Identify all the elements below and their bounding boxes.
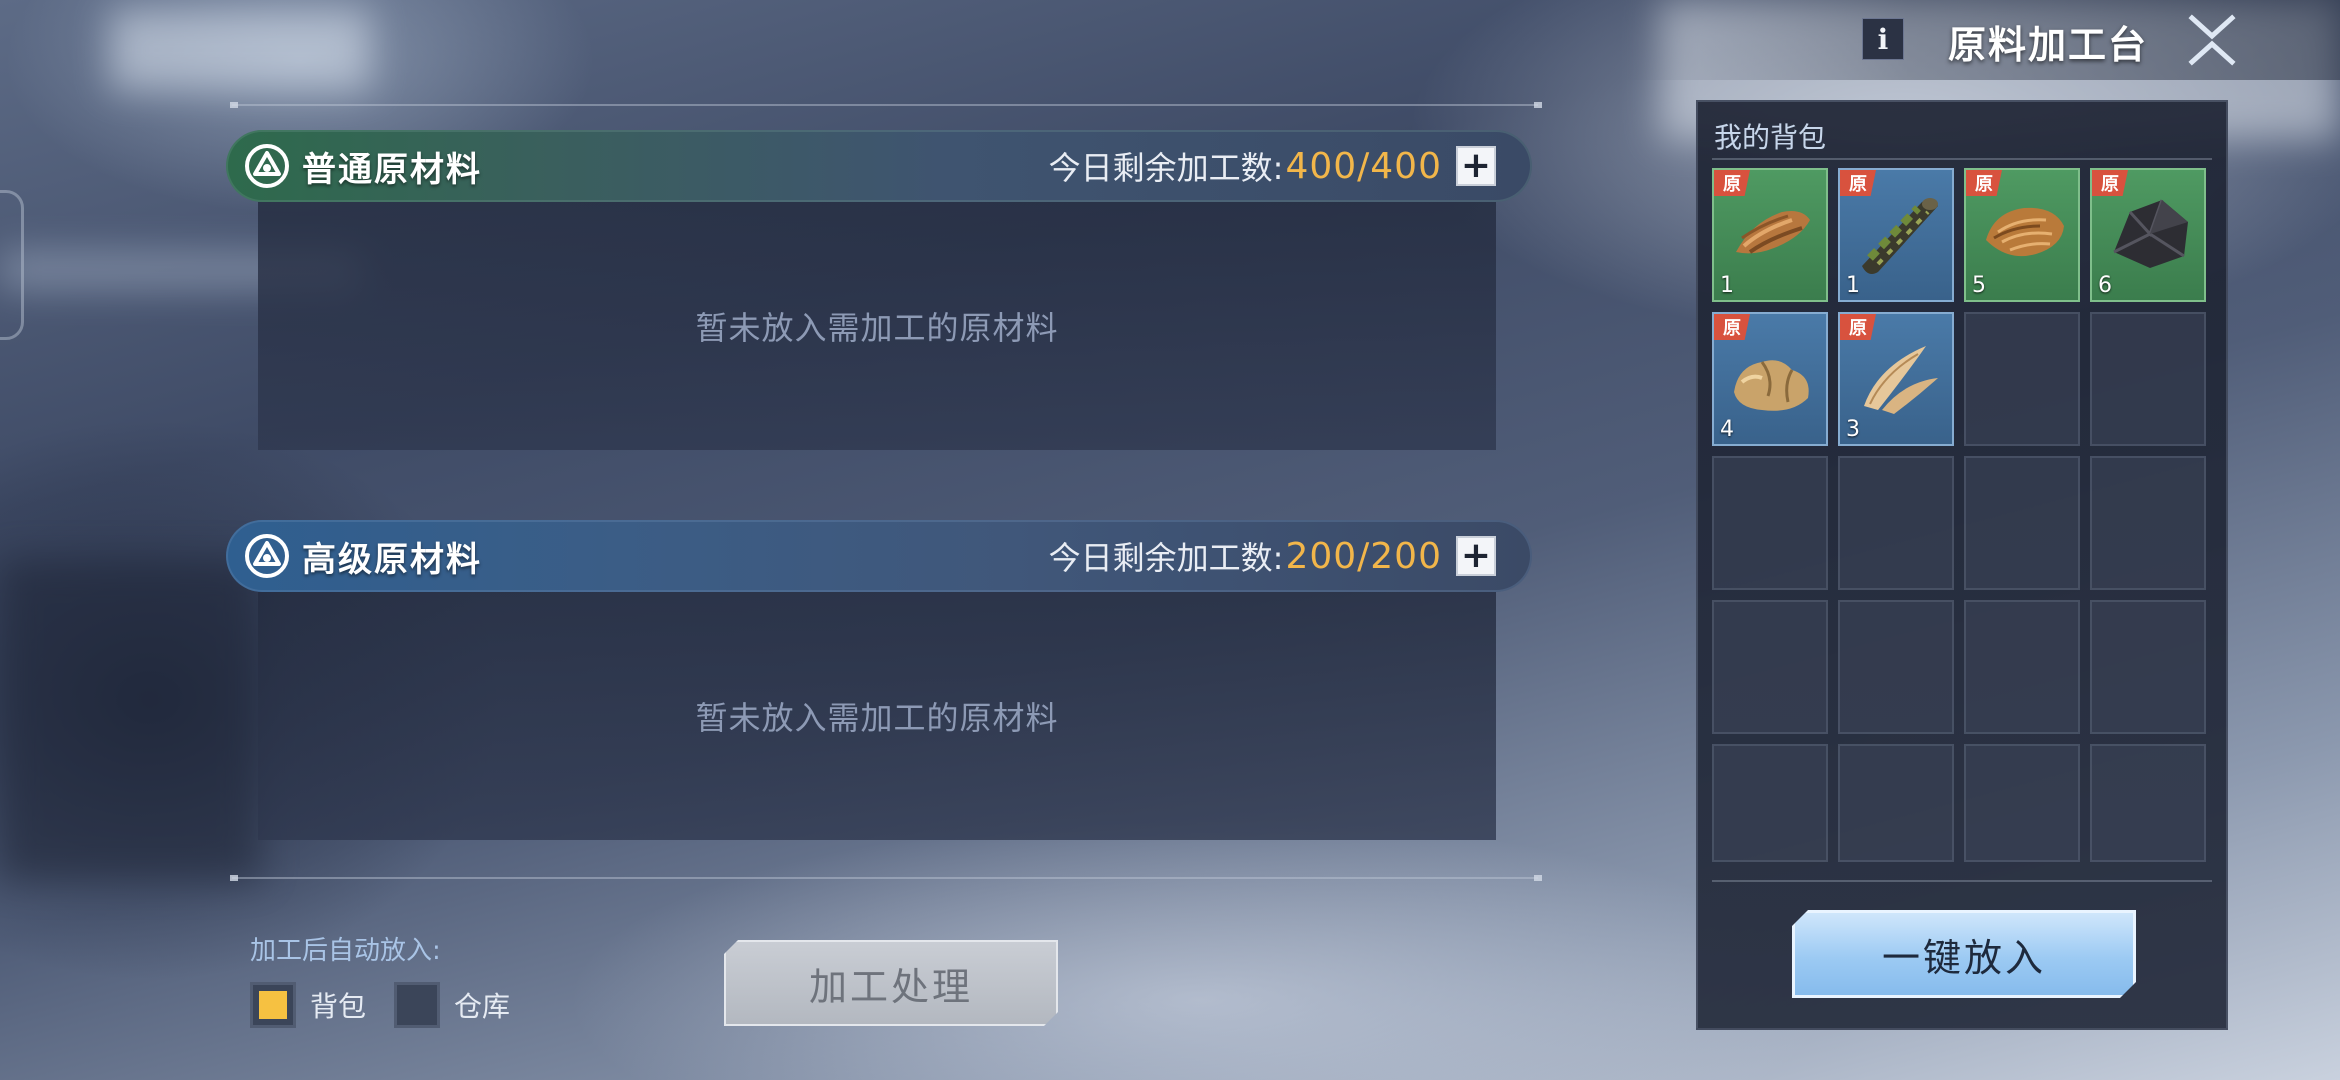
empty-inventory-slot[interactable] (1712, 600, 1828, 734)
empty-inventory-slot[interactable] (1712, 744, 1828, 862)
section-header-normal: 普通原材料 今日剩余加工数: 400/400 + (226, 130, 1532, 202)
raw-badge: 原 (2092, 170, 2128, 196)
empty-inventory-slot[interactable] (1712, 456, 1828, 590)
panel-frame-top (232, 104, 1538, 106)
material-drop-area-advanced[interactable]: 暂未放入需加工的原材料 (258, 592, 1496, 840)
remaining-count: 今日剩余加工数: 400/400 + (1049, 143, 1496, 189)
side-hex-outline (0, 190, 24, 340)
section-title: 普通原材料 (302, 149, 482, 190)
raw-badge: 原 (1840, 314, 1876, 340)
fur-pelt-icon (1986, 207, 2064, 257)
section-header-advanced: 高级原材料 今日剩余加工数: 200/200 + (226, 520, 1532, 592)
warehouse-checkbox[interactable] (394, 982, 440, 1028)
coal-ore-icon (2113, 199, 2188, 268)
material-drop-area-normal[interactable]: 暂未放入需加工的原材料 (258, 202, 1496, 450)
empty-inventory-slot[interactable] (1838, 744, 1954, 862)
wood-bark-icon (1736, 211, 1810, 254)
item-count: 6 (2098, 273, 2112, 298)
tusk-horn-icon (1864, 346, 1938, 414)
add-count-button[interactable]: + (1456, 536, 1496, 576)
item-count: 3 (1846, 417, 1860, 442)
empty-hint: 暂未放入需加工的原材料 (695, 309, 1059, 347)
item-count: 4 (1720, 417, 1734, 442)
frame-corner (1534, 102, 1542, 108)
remaining-value: 400/400 (1285, 145, 1442, 187)
item-count: 1 (1846, 273, 1860, 298)
tri-emblem-icon (245, 144, 289, 188)
empty-inventory-slot[interactable] (2090, 312, 2206, 446)
remaining-count: 今日剩余加工数: 200/200 + (1049, 533, 1496, 579)
raw-badge: 原 (1966, 170, 2002, 196)
background-blur (110, 10, 370, 90)
backpack-title: 我的背包 (1714, 121, 1827, 154)
frame-corner (1534, 875, 1542, 881)
empty-hint: 暂未放入需加工的原材料 (695, 699, 1059, 737)
background-blur (0, 560, 260, 880)
page-title: 原料加工台 (1948, 23, 2149, 67)
empty-inventory-slot[interactable] (1964, 456, 2080, 590)
inventory-slot[interactable]: 原 3 (1838, 312, 1954, 446)
close-button[interactable] (2180, 8, 2244, 72)
empty-inventory-slot[interactable] (1964, 600, 2080, 734)
inventory-slot[interactable]: 原 1 (1712, 168, 1828, 302)
inventory-slot[interactable]: 原 5 (1964, 168, 2080, 302)
backpack-panel: 我的背包 原 1 原 1 原 5 原 6 原 4 原 3 (1696, 100, 2228, 1030)
divider (1712, 158, 2212, 160)
empty-inventory-slot[interactable] (1964, 312, 2080, 446)
backpack-checkbox[interactable] (250, 982, 296, 1028)
process-button[interactable]: 加工处理 (724, 940, 1058, 1026)
info-button[interactable]: i (1862, 18, 1904, 60)
empty-inventory-slot[interactable] (2090, 600, 2206, 734)
remaining-label: 今日剩余加工数: (1048, 149, 1284, 187)
add-count-button[interactable]: + (1456, 146, 1496, 186)
one-key-put-in-button[interactable]: 一键放入 (1792, 910, 2136, 998)
auto-deposit-label: 加工后自动放入: (250, 936, 441, 966)
auto-deposit-backpack-option[interactable]: 背包 (250, 980, 366, 1030)
raw-badge: 原 (1714, 314, 1750, 340)
empty-inventory-slot[interactable] (1964, 744, 2080, 862)
section-title: 高级原材料 (302, 539, 482, 580)
inventory-slot[interactable]: 原 6 (2090, 168, 2206, 302)
empty-inventory-slot[interactable] (1838, 600, 1954, 734)
mossy-log-icon (1862, 198, 1938, 274)
panel-frame-bottom (232, 877, 1538, 879)
inventory-slot[interactable]: 原 4 (1712, 312, 1828, 446)
empty-inventory-slot[interactable] (2090, 744, 2206, 862)
stone-ore-icon (1734, 360, 1809, 411)
empty-inventory-slot[interactable] (1838, 456, 1954, 590)
close-x-icon (2188, 14, 2236, 66)
option-label: 背包 (310, 990, 367, 1023)
auto-deposit-warehouse-option[interactable]: 仓库 (394, 980, 510, 1030)
raw-badge: 原 (1840, 170, 1876, 196)
item-count: 1 (1720, 273, 1734, 298)
inventory-slot[interactable]: 原 1 (1838, 168, 1954, 302)
tri-emblem-icon (245, 534, 289, 578)
remaining-value: 200/200 (1285, 535, 1442, 577)
frame-corner (230, 102, 238, 108)
item-count: 5 (1972, 273, 1986, 298)
divider (1712, 880, 2212, 882)
empty-inventory-slot[interactable] (2090, 456, 2206, 590)
frame-corner (230, 875, 238, 881)
option-label: 仓库 (454, 990, 511, 1023)
remaining-label: 今日剩余加工数: (1048, 539, 1284, 577)
checkbox-checked-fill (259, 991, 287, 1019)
raw-badge: 原 (1714, 170, 1750, 196)
